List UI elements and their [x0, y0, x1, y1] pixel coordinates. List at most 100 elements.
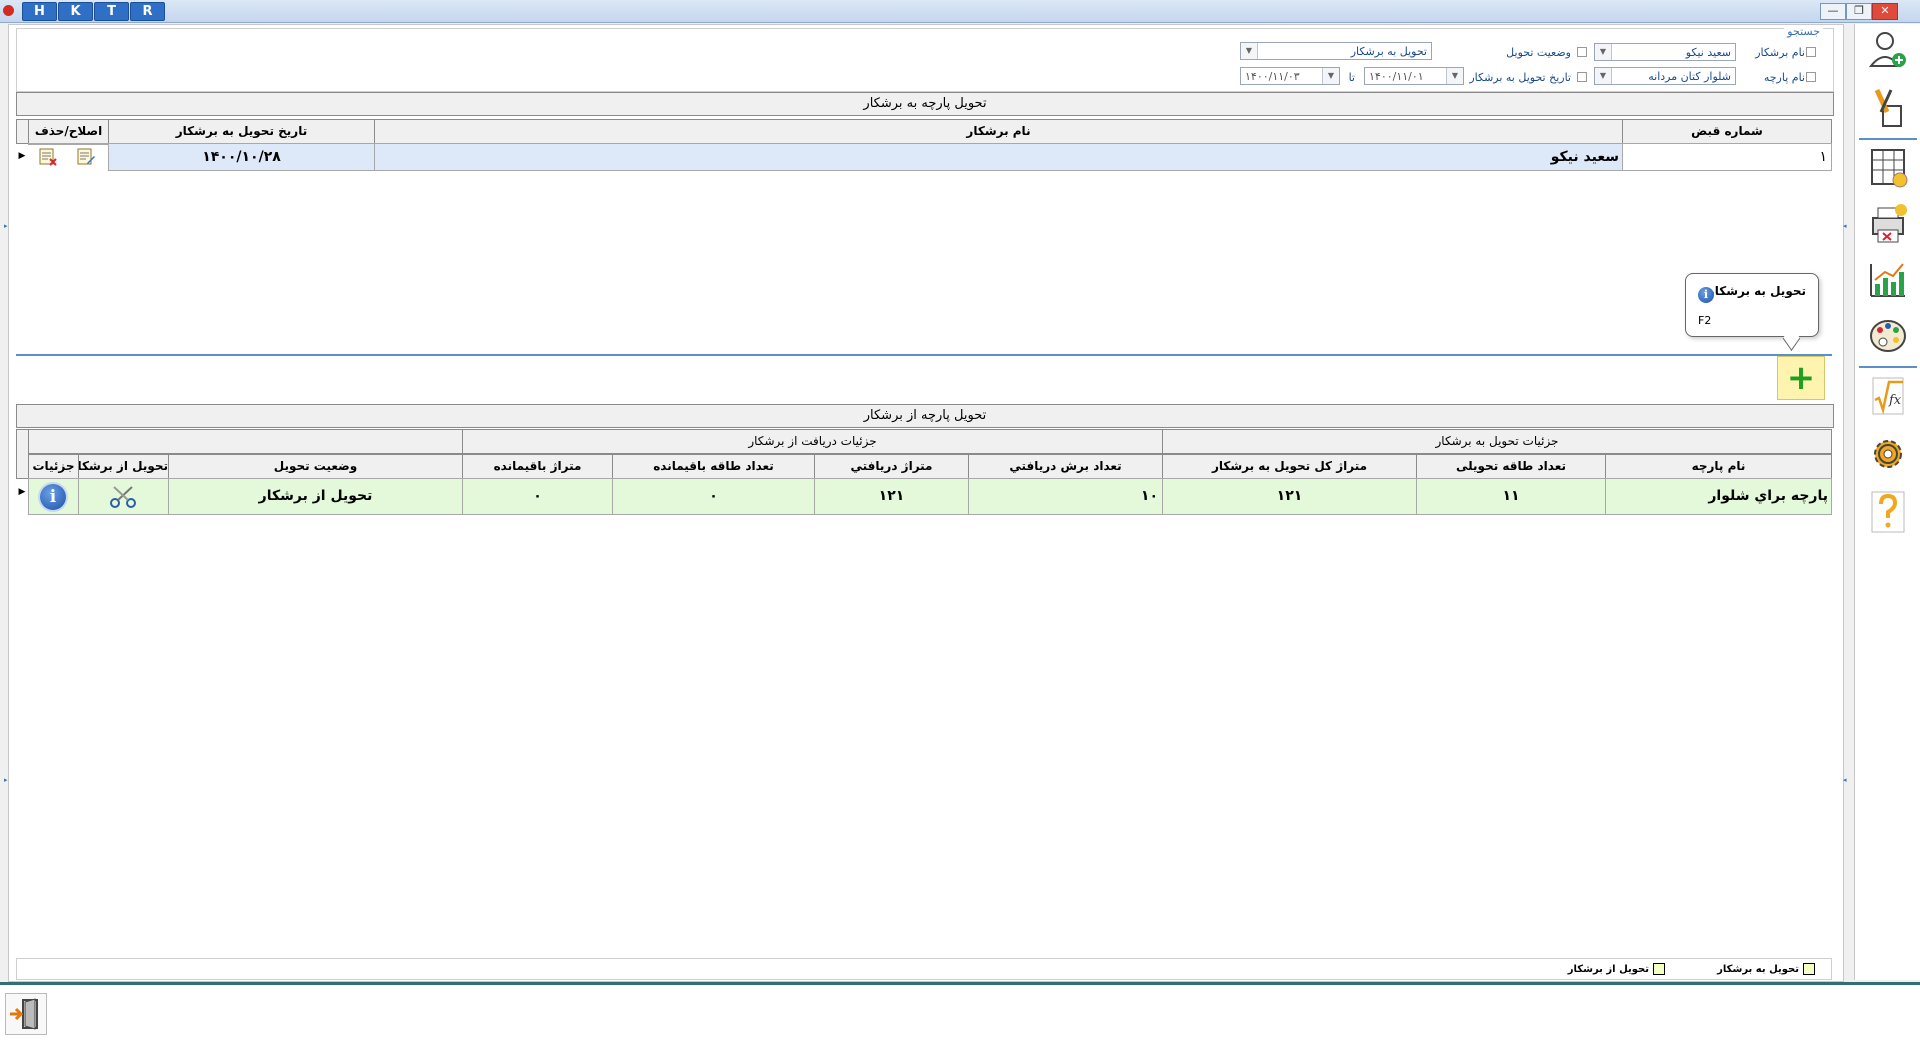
group-delivery-header: جزئیات تحویل به برشکار [1162, 429, 1832, 454]
chevron-down-icon[interactable]: ▼ [1446, 68, 1463, 84]
date-from-picker[interactable]: ۱۴۰۰/۱۱/۰۱ ▼ [1364, 67, 1464, 85]
cell-remaining-meter[interactable]: ۰ [462, 478, 613, 515]
cutter-name-value: سعید نیکو [1685, 46, 1731, 59]
tooltip-shortcut: F2 [1698, 314, 1712, 327]
grid1-title: تحویل پارچه به برشکار [16, 92, 1834, 116]
details-info-icon[interactable]: i [40, 484, 66, 510]
cell-receipt-no[interactable]: ۱ [1622, 143, 1832, 171]
toolbar-button-k[interactable]: K [58, 2, 93, 21]
header-remaining-meter[interactable]: متراژ باقیمانده [462, 454, 613, 479]
minimize-button[interactable]: — [1820, 3, 1846, 20]
add-user-icon [1868, 32, 1906, 67]
header-piece-count[interactable]: تعداد طاقه تحویلی [1416, 454, 1606, 479]
close-button[interactable]: ✕ [1872, 3, 1898, 20]
toolbar-button-h[interactable]: H [22, 2, 57, 21]
plus-icon: + [1786, 358, 1816, 398]
print-cancel-icon [1872, 204, 1907, 243]
title-bar: H K T R — ❐ ✕ [0, 0, 1920, 23]
chart-button[interactable] [1863, 256, 1913, 304]
formula-button[interactable]: fx [1863, 372, 1913, 420]
tools-button[interactable] [1863, 84, 1913, 132]
bottom-bar [0, 982, 1920, 1043]
cell-total-meter[interactable]: ۱۲۱ [1162, 478, 1417, 515]
date-to-label: تا [1348, 71, 1355, 84]
header-total-meter[interactable]: متراژ کل تحویل به برشکار [1162, 454, 1417, 479]
exit-icon [10, 998, 38, 1030]
print-cancel-button[interactable] [1863, 200, 1913, 248]
splitter-right-top-icon[interactable]: ◂ [1843, 222, 1848, 230]
fabric-name-value: شلوار کتان مردانه [1648, 70, 1731, 83]
legend-item-received: تحویل از برشکار [1568, 963, 1665, 975]
restore-button[interactable]: ❐ [1846, 3, 1872, 20]
row-header-corner [16, 119, 29, 144]
app-close-dot-icon[interactable] [3, 5, 14, 16]
date-to-value: ۱۴۰۰/۱۱/۰۳ [1245, 70, 1300, 83]
chevron-down-icon[interactable]: ▼ [1595, 44, 1612, 60]
cell-edit-delete [28, 143, 109, 145]
header-receipt-no[interactable]: شماره قبض [1622, 119, 1832, 144]
scissors-icon[interactable] [108, 485, 138, 509]
legend-label: تحویل از برشکار [1567, 964, 1649, 975]
splitter-left-top-icon[interactable]: ▸ [4, 222, 9, 230]
cell-remaining-pieces[interactable]: ۰ [612, 478, 815, 515]
header-fabric-name[interactable]: نام پارچه [1605, 454, 1832, 479]
edit-icon[interactable] [76, 148, 96, 166]
palette-icon [1870, 320, 1906, 352]
header-details: جزئیات [28, 454, 79, 479]
cell-status[interactable]: تحویل از برشکار [168, 478, 463, 515]
cutter-name-label: نام برشکار [1755, 46, 1805, 59]
formula-icon: fx [1872, 377, 1904, 415]
cutter-name-combo[interactable]: ▼ سعید نیکو [1594, 43, 1736, 61]
chart-icon [1870, 263, 1905, 297]
chevron-down-icon[interactable]: ▼ [1322, 68, 1339, 84]
fabric-name-checkbox[interactable] [1806, 72, 1816, 82]
search-title: جستجو [1784, 25, 1823, 38]
cutter-name-checkbox[interactable] [1806, 47, 1816, 57]
toolbar-button-t[interactable]: T [94, 2, 129, 21]
toolbar-button-r[interactable]: R [130, 2, 165, 21]
cell-fabric-name[interactable]: پارچه براي شلوار [1605, 478, 1832, 515]
date-from-value: ۱۴۰۰/۱۱/۰۱ [1369, 70, 1424, 83]
cell-cutter-name[interactable]: سعید نیکو [374, 143, 1623, 171]
header-cutter-name[interactable]: نام برشکار [374, 119, 1623, 144]
info-icon: i [1698, 287, 1714, 303]
gear-icon [1874, 440, 1902, 468]
splitter-left-bottom-icon[interactable]: ▸ [4, 776, 9, 784]
delivery-status-value: تحویل به برشکار [1350, 45, 1427, 58]
date-to-picker[interactable]: ۱۴۰۰/۱۱/۰۳ ▼ [1240, 67, 1340, 85]
add-delivery-button[interactable]: + [1777, 356, 1825, 400]
cell-cut-count[interactable]: ۱۰ [968, 478, 1163, 515]
header-cut-count[interactable]: تعداد برش دریافتي [968, 454, 1163, 479]
header-delivery-date[interactable]: تاریخ تحویل به برشکار [108, 119, 375, 144]
header-remaining-pieces[interactable]: تعداد طاقه باقیمانده [612, 454, 815, 479]
add-user-button[interactable] [1863, 26, 1913, 74]
add-tooltip: تحویل به برشکار i F2 [1685, 273, 1819, 337]
group-receive-header: جزئیات دریافت از برشکار [462, 429, 1163, 454]
svg-text:fx: fx [1888, 393, 1902, 408]
header-receive: تحویل از برشکار [78, 454, 169, 479]
header-received-meter[interactable]: متراژ دریافتي [814, 454, 969, 479]
sidebar-separator [1859, 138, 1917, 140]
cell-delivery-date[interactable]: ۱۴۰۰/۱۰/۲۸ [108, 143, 375, 171]
sidebar-separator [1859, 366, 1917, 368]
chevron-down-icon[interactable]: ▼ [1595, 68, 1612, 84]
fabric-name-combo[interactable]: ▼ شلوار کتان مردانه [1594, 67, 1736, 85]
palette-button[interactable] [1863, 312, 1913, 360]
header-edit-delete: اصلاح/حذف [28, 119, 109, 144]
header-status[interactable]: وضعیت تحویل [168, 454, 463, 479]
cell-piece-count[interactable]: ۱۱ [1416, 478, 1606, 515]
delete-icon[interactable] [38, 148, 58, 166]
settings-button[interactable] [1863, 430, 1913, 478]
chevron-down-icon[interactable]: ▼ [1241, 43, 1258, 59]
delivery-status-checkbox[interactable] [1577, 47, 1587, 57]
delivery-status-combo[interactable]: ▼ تحویل به برشکار [1240, 42, 1432, 60]
delivery-date-checkbox[interactable] [1577, 72, 1587, 82]
delivery-date-label: تاریخ تحویل به برشکار [1469, 71, 1571, 84]
cell-received-meter[interactable]: ۱۲۱ [814, 478, 969, 515]
price-table-button[interactable] [1863, 144, 1913, 192]
tooltip-title: تحویل به برشکار [1707, 284, 1806, 298]
splitter-right-bottom-icon[interactable]: ◂ [1843, 776, 1848, 784]
exit-button[interactable] [5, 993, 47, 1035]
row-pointer-icon: ▶ [18, 487, 26, 497]
help-button[interactable] [1863, 488, 1913, 536]
